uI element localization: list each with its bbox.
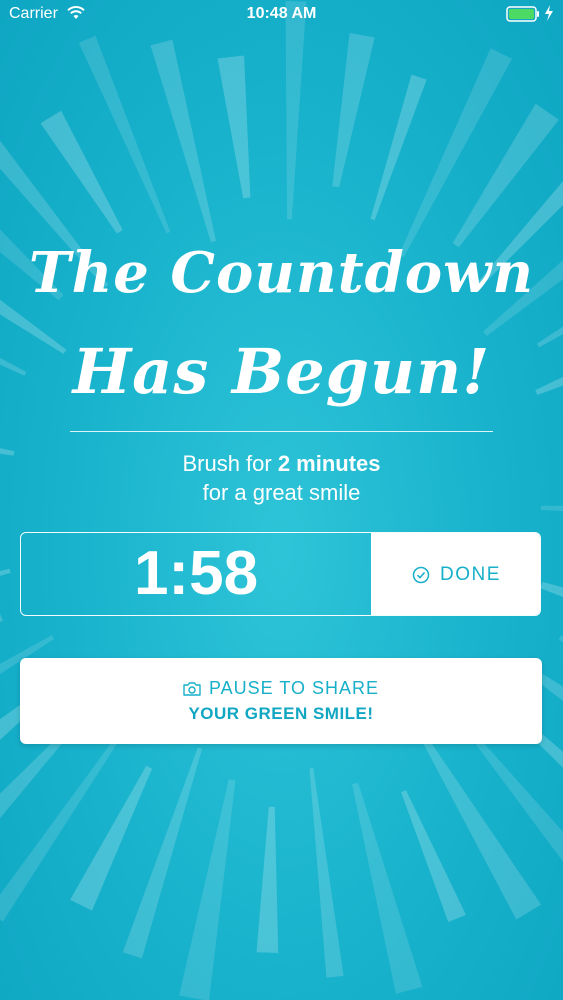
sunburst-ray [0, 725, 128, 922]
sunburst-ray [0, 568, 11, 576]
headline-divider [70, 431, 493, 432]
sunburst-ray [179, 779, 236, 1000]
camera-icon [183, 682, 201, 696]
done-button-label: DONE [440, 564, 501, 585]
sunburst-ray [256, 806, 279, 953]
headline-line-1: The Countdown [28, 240, 535, 306]
charge-icon [544, 5, 554, 26]
sunburst-ray [401, 790, 466, 923]
sunburst-ray [309, 768, 344, 978]
sunburst-ray [0, 614, 3, 623]
battery-icon [506, 6, 540, 27]
sunburst-ray [540, 581, 563, 598]
sunburst-ray [332, 33, 375, 188]
timer-panel: 1:58 DONE [20, 532, 541, 616]
check-circle-icon [412, 566, 430, 584]
done-button[interactable]: DONE [371, 533, 540, 615]
pause-to-share-button[interactable]: PAUSE TO SHARE YOUR GREEN SMILE! [20, 658, 542, 744]
subtitle-line-1: Brush for 2 minutes [0, 449, 563, 479]
share-line-1-label: PAUSE TO SHARE [208, 678, 380, 698]
sunburst-ray [217, 55, 251, 199]
sunburst-ray [122, 747, 203, 959]
countdown-timer: 1:58 [133, 539, 259, 608]
share-line-2: YOUR GREEN SMILE! [188, 704, 374, 723]
sunburst-ray [0, 727, 72, 819]
sunburst-ray [370, 74, 427, 221]
subtitle-emphasis: 2 minutes [277, 451, 381, 476]
subtitle-prefix: Brush for [182, 451, 278, 476]
status-time: 10:48 AM [246, 5, 317, 22]
subtitle-line-2: for a great smile [202, 480, 361, 505]
sunburst-ray [285, 1, 307, 220]
status-bar: Carrier 10:48 AM [0, 0, 563, 30]
share-line-1: PAUSE TO SHARE [20, 678, 542, 699]
headline-line-2: Has Begun! [72, 335, 491, 408]
